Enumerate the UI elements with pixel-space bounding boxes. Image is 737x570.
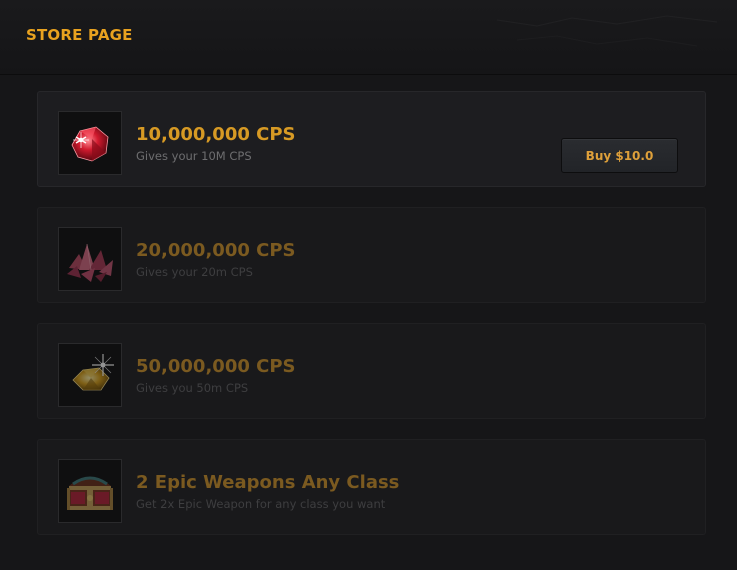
store-header: STORE PAGE [0,0,737,75]
gold-gem-icon [72,354,114,391]
item-description: Gives you 50m CPS [136,381,249,395]
item-icon-frame [58,227,122,291]
item-icon-frame [58,459,122,523]
item-description: Gives your 20m CPS [136,265,253,279]
store-item: 10,000,000 CPS Gives your 10M CPS Buy $1… [37,91,706,187]
red-gem-icon [71,126,109,162]
item-title: 50,000,000 CPS [136,356,296,377]
page-title: STORE PAGE [26,26,133,44]
item-icon-frame [58,111,122,175]
treasure-chest-icon [67,476,113,510]
header-texture-decoration [496,15,718,47]
item-description: Get 2x Epic Weapon for any class you wan… [136,497,386,511]
store-item[interactable]: 50,000,000 CPS Gives you 50m CPS [37,323,706,419]
item-description: Gives your 10M CPS [136,149,252,163]
store-item[interactable]: 20,000,000 CPS Gives your 20m CPS [37,207,706,303]
crystal-cluster-icon [67,243,113,282]
item-title: 10,000,000 CPS [136,124,296,145]
item-title: 2 Epic Weapons Any Class [136,472,400,493]
buy-button[interactable]: Buy $10.0 [561,138,678,173]
item-title: 20,000,000 CPS [136,240,296,261]
store-item-list: 10,000,000 CPS Gives your 10M CPS Buy $1… [0,75,737,570]
store-item[interactable]: 2 Epic Weapons Any Class Get 2x Epic Wea… [37,439,706,535]
item-icon-frame [58,343,122,407]
